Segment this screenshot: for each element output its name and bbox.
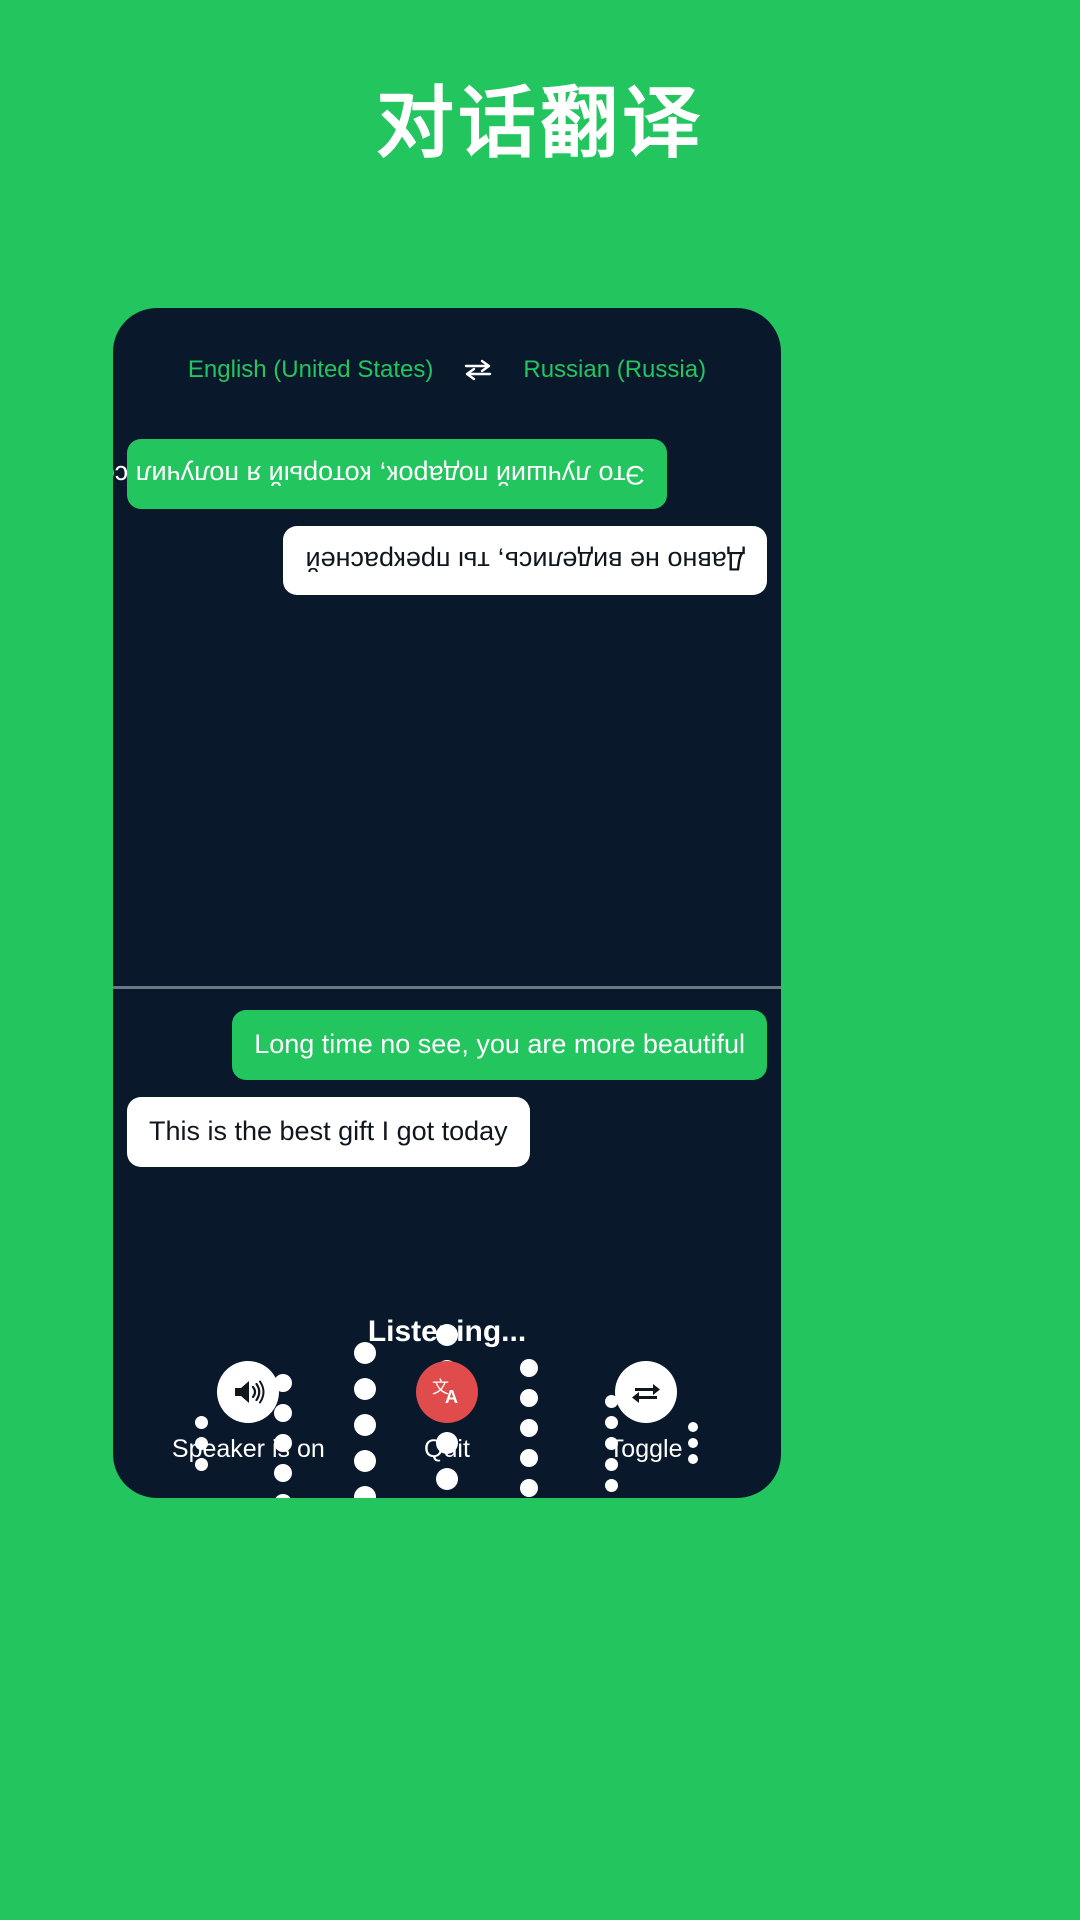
waveform-dot — [436, 1468, 458, 1490]
message-bubble: Это лучший подарок, который я получил се… — [113, 439, 667, 509]
app-root: 对话翻译 English (United States) Russian (Ru… — [0, 0, 1080, 1920]
conversation-pane-top: Давно не виделись, ты прекрасней Это луч… — [113, 404, 781, 989]
speaker-toggle-button[interactable]: Speaker is on — [153, 1361, 343, 1464]
swap-horizontal-icon[interactable] — [463, 358, 493, 382]
translate-icon[interactable]: 文 A — [415, 1361, 478, 1423]
waveform-dot — [354, 1486, 376, 1498]
conversation-pane-bottom: Long time no see, you are more beautiful… — [113, 992, 781, 1232]
speaker-on-icon[interactable] — [217, 1361, 280, 1423]
svg-text:A: A — [445, 1387, 458, 1407]
source-language-selector[interactable]: English (United States) — [188, 356, 433, 384]
control-bar: Speaker is on 文 A Quit Toggle — [113, 1361, 781, 1464]
waveform-dot — [604, 1478, 618, 1492]
repeat-swap-icon[interactable] — [614, 1361, 677, 1423]
message-row: Это лучший подарок, который я получил се… — [113, 439, 767, 509]
message-bubble: Long time no see, you are more beautiful — [232, 1010, 767, 1080]
message-row: Long time no see, you are more beautiful — [127, 1010, 767, 1080]
message-bubble: This is the best gift I got today — [127, 1096, 530, 1167]
toggle-button[interactable]: Toggle — [551, 1361, 741, 1464]
message-row: Давно не виделись, ты прекрасней — [127, 525, 767, 596]
message-bubble: Давно не виделись, ты прекрасней — [283, 525, 767, 596]
control-label: Speaker is on — [171, 1435, 325, 1463]
language-bar: English (United States) Russian (Russia) — [113, 356, 781, 384]
control-label: Quit — [424, 1435, 470, 1463]
waveform-dot — [436, 1324, 458, 1346]
waveform-dot — [274, 1494, 292, 1498]
pane-divider — [113, 986, 781, 989]
message-row: This is the best gift I got today — [127, 1096, 767, 1167]
quit-button[interactable]: 文 A Quit — [352, 1361, 542, 1464]
waveform-dot — [274, 1464, 292, 1482]
target-language-selector[interactable]: Russian (Russia) — [523, 356, 706, 384]
phone-card: English (United States) Russian (Russia)… — [113, 308, 781, 1498]
control-label: Toggle — [608, 1435, 683, 1463]
waveform-dot — [520, 1479, 538, 1497]
page-title: 对话翻译 — [375, 79, 704, 169]
